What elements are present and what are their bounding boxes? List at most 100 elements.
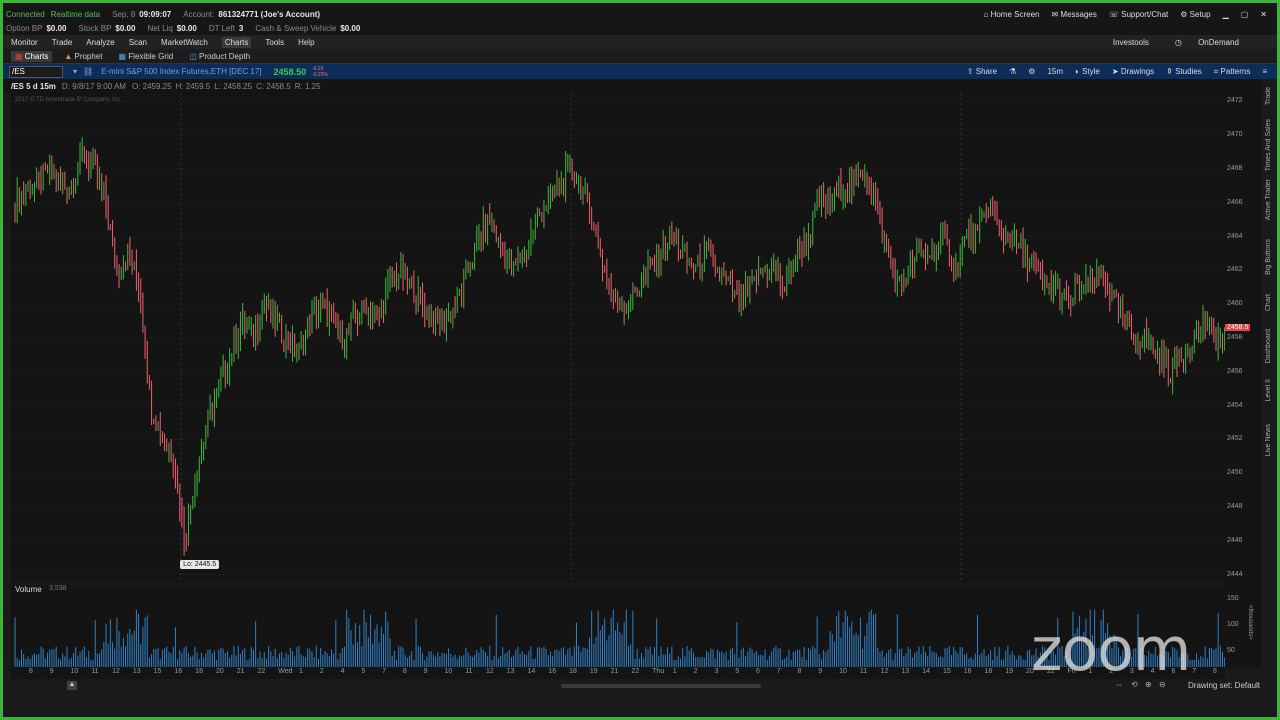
y-tick-label: 2448 bbox=[1227, 502, 1243, 510]
x-tick-label: 18 bbox=[984, 668, 993, 675]
x-tick-label: 16 bbox=[548, 668, 557, 675]
price-chart[interactable]: 2017 © TD Ameritrade IP Company, Inc. Lo… bbox=[11, 93, 1225, 583]
subtab-flexible-grid[interactable]: ▦ Flexible Grid bbox=[115, 51, 178, 62]
menu-tools[interactable]: Tools bbox=[265, 38, 284, 47]
x-tick-label: 8 bbox=[797, 668, 802, 675]
bar-low: L: 2458.25 bbox=[214, 81, 253, 91]
patterns-icon: ⌗ bbox=[1213, 66, 1221, 76]
x-tick-label: 2 bbox=[319, 668, 324, 675]
balance-label: Option BP bbox=[6, 24, 43, 33]
x-tick-label: 5 bbox=[361, 668, 366, 675]
balance-value: $0.00 bbox=[176, 24, 197, 33]
x-tick-label: 7 bbox=[382, 668, 387, 675]
x-tick-label: 8 bbox=[1213, 668, 1217, 675]
subtab-icon: ▦ bbox=[118, 51, 129, 61]
interval-selector[interactable]: 15m bbox=[1047, 67, 1063, 76]
sidebar-tab-times-and-sales[interactable]: Times And Sales bbox=[1265, 119, 1272, 171]
sidebar-tab-dashboard[interactable]: Dashboard bbox=[1265, 329, 1272, 363]
subtab-prophet[interactable]: ▲ Prophet bbox=[60, 51, 106, 62]
x-tick-label: 1 bbox=[672, 668, 677, 675]
chart-settings-icon[interactable]: ⚙ bbox=[1028, 67, 1035, 76]
expand-icon[interactable]: ▲ bbox=[67, 681, 77, 690]
chart-period[interactable]: /ES 5 d 15m bbox=[11, 82, 56, 91]
menu-marketwatch[interactable]: MarketWatch bbox=[161, 38, 208, 47]
investools-link[interactable]: Investools bbox=[1113, 38, 1149, 47]
sidebar-tab-live-news[interactable]: Live News bbox=[1265, 424, 1272, 456]
y-tick-label: 2452 bbox=[1227, 435, 1243, 443]
sidebar-tab-big-buttons[interactable]: Big Buttons bbox=[1265, 239, 1272, 275]
balance-label: Net Liq bbox=[147, 24, 173, 33]
headset-icon: ☏ bbox=[1108, 10, 1122, 19]
y-tick-label: 2444 bbox=[1227, 570, 1243, 578]
ondemand-link[interactable]: ◷ OnDemand bbox=[1175, 38, 1253, 47]
x-tick-label: 12 bbox=[880, 668, 889, 675]
volume-axis: 150 100 50 <thousands> bbox=[1225, 585, 1261, 667]
x-tick-label: 8 bbox=[402, 668, 407, 675]
home-screen-link[interactable]: ⌂ Home Screen bbox=[984, 10, 1040, 19]
maximize-button[interactable]: ▢ bbox=[1241, 10, 1249, 19]
current-price-tag: 2458.5 bbox=[1225, 323, 1251, 331]
y-tick-label: 2462 bbox=[1227, 266, 1243, 274]
menu-help[interactable]: Help bbox=[298, 38, 314, 47]
link-icon[interactable]: ⛓ bbox=[83, 67, 93, 76]
clock-icon: ◷ bbox=[1174, 37, 1185, 47]
y-tick-label: 2458 bbox=[1227, 334, 1243, 341]
flask-icon[interactable]: ⚗ bbox=[1009, 67, 1016, 76]
main-menu: Monitor Trade Analyze Scan MarketWatch Charts… bbox=[3, 35, 1277, 49]
subtab-product-depth[interactable]: ◫ Product Depth bbox=[185, 51, 254, 62]
y-tick-label: 2460 bbox=[1227, 300, 1243, 308]
symbol-dropdown-icon[interactable]: ▾ bbox=[73, 67, 77, 76]
close-button[interactable]: ✕ bbox=[1260, 10, 1267, 19]
menu-trade[interactable]: Trade bbox=[52, 38, 73, 47]
drawing-set-label[interactable]: Drawing set: Default bbox=[1188, 681, 1260, 690]
setup-link[interactable]: ⚙ Setup bbox=[1180, 10, 1210, 19]
horizontal-scrollbar[interactable] bbox=[561, 684, 761, 688]
app-window: Connected Realtime data Sep, 8 09:09:07 … bbox=[0, 0, 1280, 720]
x-tick-label: Thu bbox=[652, 668, 665, 675]
studies-menu[interactable]: ⚱ Studies bbox=[1166, 67, 1202, 76]
sidebar-tab-active-trader[interactable]: Active Trader bbox=[1265, 179, 1272, 220]
x-tick-label: 11 bbox=[465, 668, 473, 675]
patterns-menu[interactable]: ⌗ Patterns bbox=[1214, 67, 1251, 77]
hamburger-icon[interactable]: ≡ bbox=[1262, 67, 1267, 76]
bar-datetime: D: 9/8/17 9:00 AM bbox=[61, 81, 126, 91]
sidebar-tab-level-ii[interactable]: Level II bbox=[1265, 379, 1272, 402]
volume-tick-label: 50 bbox=[1227, 647, 1235, 654]
messages-link[interactable]: ✉ Messages bbox=[1051, 10, 1096, 19]
support-chat-link[interactable]: ☏ Support/Chat bbox=[1109, 10, 1168, 19]
status-bar: Connected Realtime data Sep, 8 09:09:07 … bbox=[3, 7, 1277, 22]
chart-header: /ES 5 d 15m D: 9/8/17 9:00 AM O: 2459.25… bbox=[3, 79, 1277, 93]
share-button[interactable]: ⇪ Share bbox=[967, 67, 997, 76]
y-tick-label: 2450 bbox=[1227, 469, 1243, 477]
x-tick-label: 21 bbox=[610, 668, 619, 675]
x-tick-label: 12 bbox=[112, 668, 120, 675]
menu-monitor[interactable]: Monitor bbox=[11, 38, 38, 47]
volume-tick-label: 150 bbox=[1227, 595, 1239, 602]
volume-unit: <thousands> bbox=[1247, 605, 1253, 640]
minimize-button[interactable]: ▁ bbox=[1223, 10, 1229, 19]
y-tick-label: 2456 bbox=[1227, 367, 1243, 375]
x-tick-label: 10 bbox=[839, 668, 847, 675]
symbol-input[interactable] bbox=[9, 65, 63, 78]
x-tick-label: 16 bbox=[174, 668, 183, 675]
price-axis[interactable]: 2458.5 2472 2470 2468 2466 2464 2462 2460 2458 2… bbox=[1225, 93, 1261, 668]
drawings-menu[interactable]: ➤ Drawings bbox=[1112, 67, 1154, 76]
low-label: Lo: 2445.5 bbox=[180, 559, 220, 569]
sidebar-tab-trade[interactable]: Trade bbox=[1265, 87, 1272, 105]
symbol-description: E-mini S&P 500 Index Futures,ETH [DEC 17… bbox=[101, 67, 262, 76]
bar-range: R: 1.25 bbox=[294, 81, 321, 91]
subtab-label: Product Depth bbox=[198, 51, 251, 61]
sidebar-tab-chart[interactable]: Chart bbox=[1265, 294, 1272, 311]
balance-label: Stock BP bbox=[78, 24, 112, 33]
x-tick-label: 9 bbox=[423, 668, 428, 675]
x-tick-label: 13 bbox=[132, 668, 141, 675]
menu-scan[interactable]: Scan bbox=[129, 38, 147, 47]
bar-open: O: 2459.25 bbox=[131, 81, 172, 91]
style-menu[interactable]: ◐ Style bbox=[1075, 67, 1100, 76]
sub-tabs: ▦ Charts ▲ Prophet ▦ Flexible Grid ◫ Produc… bbox=[3, 49, 1277, 64]
menu-charts[interactable]: Charts bbox=[221, 36, 252, 48]
balance-value: 3 bbox=[238, 24, 244, 33]
menu-analyze[interactable]: Analyze bbox=[86, 38, 114, 47]
subtab-charts[interactable]: ▦ Charts bbox=[11, 50, 53, 62]
account-selector[interactable]: 861324771 (Joe's Account) bbox=[218, 10, 320, 19]
